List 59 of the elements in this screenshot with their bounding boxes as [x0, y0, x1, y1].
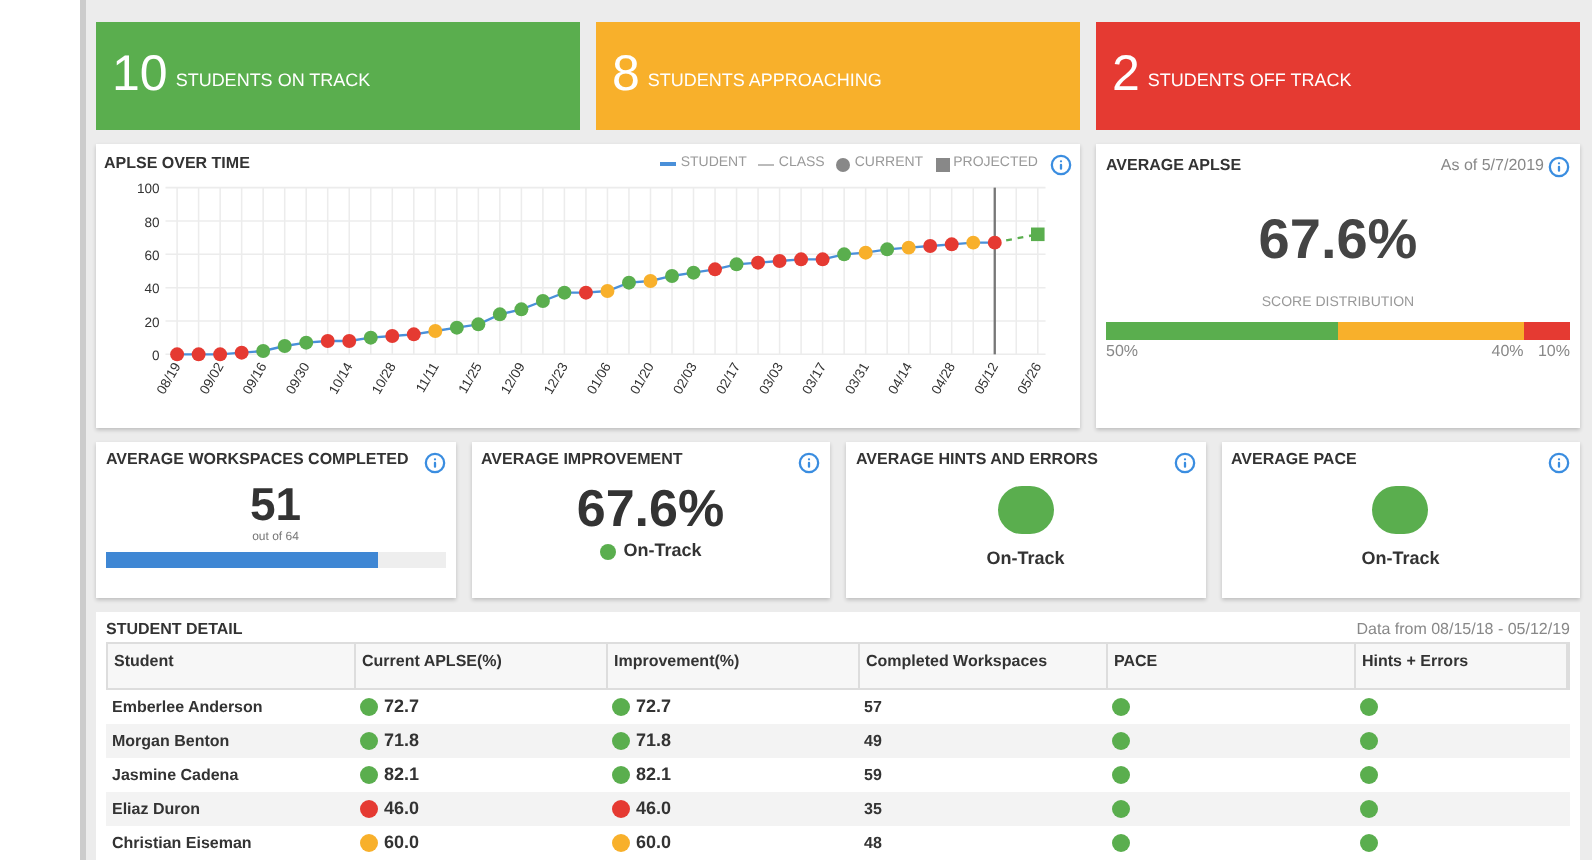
- table-cell-text: 82.1: [636, 761, 672, 788]
- info-icon[interactable]: [1548, 155, 1570, 177]
- table-cell-text: 60.0: [636, 829, 672, 856]
- card-title: AVERAGE PACE: [1231, 452, 1357, 468]
- average-value: 67.6%: [1256, 206, 1420, 274]
- info-icon[interactable]: [798, 452, 820, 474]
- summary-label: STUDENTS APPROACHING: [647, 68, 882, 95]
- info-icon[interactable]: [1050, 153, 1072, 175]
- info-icon[interactable]: [1173, 452, 1195, 474]
- legend-line-icon: [758, 163, 775, 165]
- student-name: Morgan Benton: [110, 729, 232, 753]
- table-cell-text: 57: [862, 695, 884, 719]
- column-header: Improvement(%): [608, 644, 860, 688]
- column-header: Student: [108, 644, 356, 688]
- status-label: On-Track: [1361, 546, 1440, 572]
- student-name: Emberlee Anderson: [110, 695, 265, 719]
- student-name: Christian Eiseman: [110, 831, 254, 855]
- card-title: AVERAGE WORKSPACES COMPLETED: [106, 452, 409, 468]
- distribution-percent: 50%: [1106, 339, 1139, 363]
- table-cell-text: 71.8: [636, 727, 672, 754]
- table-cell-text: 71.8: [384, 727, 420, 754]
- info-icon[interactable]: [423, 452, 445, 474]
- table-cell-text: 49: [862, 729, 884, 753]
- date-range: Data from 08/15/18 - 05/12/19: [1356, 618, 1570, 642]
- metric-value: 67.6%: [576, 478, 725, 538]
- legend-square-icon: [935, 157, 950, 171]
- table-cell-text: 72.7: [384, 693, 420, 720]
- table-cell-text: 60.0: [384, 829, 420, 856]
- column-header: Hints + Errors: [1356, 644, 1568, 688]
- status-label: On-Track: [623, 538, 702, 564]
- summary-count: 8: [612, 44, 640, 107]
- metric-value: 51: [249, 478, 302, 530]
- table-cell-text: 35: [862, 797, 884, 821]
- card-title: AVERAGE IMPROVEMENT: [481, 452, 683, 468]
- table-cell-text: 59: [862, 763, 884, 787]
- column-header: Completed Workspaces: [860, 644, 1108, 688]
- summary-count: 2: [1112, 44, 1140, 107]
- card-title: AVERAGE HINTS AND ERRORS: [856, 452, 1098, 468]
- student-name: Jasmine Cadena: [110, 763, 241, 787]
- as-of-date: As of 5/7/2019: [1440, 154, 1544, 178]
- distribution-percent: 40%: [1491, 339, 1524, 363]
- projected-point: [1031, 227, 1045, 242]
- column-header: Current APLSE(%): [356, 644, 608, 688]
- summary-label: STUDENTS OFF TRACK: [1147, 68, 1352, 95]
- summary-count: 10: [112, 44, 168, 107]
- table-cell-text: 82.1: [384, 761, 420, 788]
- student-name: Eliaz Duron: [110, 797, 203, 821]
- table-cell-text: 46.0: [384, 795, 420, 822]
- info-icon[interactable]: [1548, 452, 1570, 474]
- card-title: APLSE OVER TIME: [104, 152, 250, 176]
- column-header: PACE: [1108, 644, 1356, 688]
- table-cell-text: 72.7: [636, 693, 672, 720]
- card-title: AVERAGE APLSE: [1106, 154, 1242, 178]
- table-cell-text: 46.0: [636, 795, 672, 822]
- panel-title: STUDENT DETAIL: [106, 618, 243, 642]
- summary-label: STUDENTS ON TRACK: [175, 68, 371, 95]
- distribution-percent: 10%: [1537, 339, 1570, 363]
- status-label: On-Track: [986, 546, 1065, 572]
- table-cell-text: 48: [862, 831, 884, 855]
